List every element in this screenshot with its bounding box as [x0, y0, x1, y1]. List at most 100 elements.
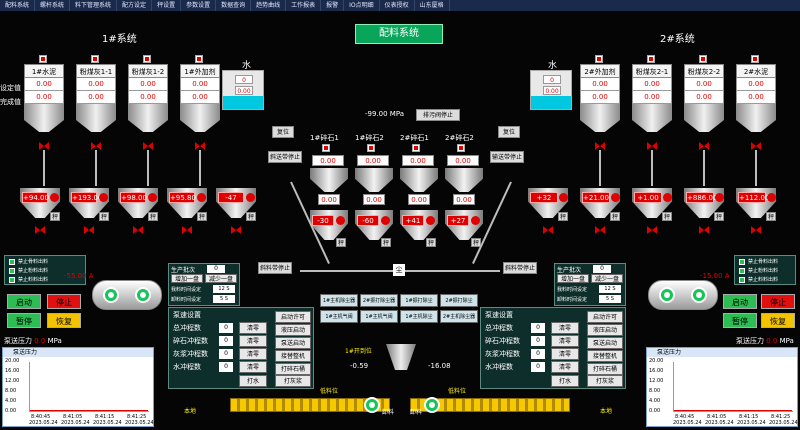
right-start-button[interactable]: 启动 [723, 294, 757, 309]
right-reset-button[interactable]: 复位 [498, 126, 520, 138]
close-icon[interactable] [426, 216, 435, 225]
center-dust-button[interactable]: 1#主机除尘器 [320, 294, 358, 307]
stone-bin-check-icon[interactable] [457, 144, 465, 152]
right_pump-clear-button[interactable]: 清零 [551, 361, 579, 373]
left-silo-valve-icon[interactable] [91, 142, 101, 150]
center-dust-button[interactable]: 1#振打除尘 [400, 294, 438, 307]
close-icon[interactable] [148, 193, 157, 202]
right-silo-check-icon[interactable] [595, 55, 603, 63]
left-weigh-valve-icon[interactable] [182, 226, 192, 234]
right_pump-action-button[interactable]: 接替整机 [587, 350, 623, 362]
center-dust-button[interactable]: 1#主机除尘 [400, 310, 438, 323]
close-icon[interactable] [99, 193, 108, 202]
left_pump-grout-button[interactable]: 打灰浆 [275, 375, 311, 387]
center-dust-button[interactable]: 2#振打除尘 [440, 294, 478, 307]
menu-item-4[interactable]: 秤设置 [152, 0, 182, 11]
close-icon[interactable] [611, 193, 620, 202]
menu-item-2[interactable]: 料下管理系统 [70, 0, 118, 11]
right-silo-valve-icon[interactable] [699, 142, 709, 150]
right-weigh-valve-icon[interactable] [751, 226, 761, 234]
center-dust-button[interactable]: 1#主机气阀 [320, 310, 358, 323]
close-icon[interactable] [663, 193, 672, 202]
menu-item-5[interactable]: 参数设置 [181, 0, 217, 11]
right_pump-action-button[interactable]: 打碎石桶 [587, 363, 623, 375]
left-silo-valve-icon[interactable] [143, 142, 153, 150]
menu-item-0[interactable]: 配料系统 [0, 0, 36, 11]
right_pump-clear-button[interactable]: 清零 [551, 335, 579, 347]
menu-item-7[interactable]: 趋势曲线 [251, 0, 287, 11]
drain-valve-stop-button[interactable]: 排污阀停止 [416, 109, 460, 121]
center-dust-button[interactable]: 2#振打除尘器 [360, 294, 398, 307]
menu-item-12[interactable]: 山东厦格 [415, 0, 450, 11]
close-icon[interactable] [246, 193, 255, 202]
right-silo-check-icon[interactable] [699, 55, 707, 63]
right_pump-clear-button[interactable]: 清零 [551, 348, 579, 360]
close-icon[interactable] [471, 216, 480, 225]
left_pump-clear-button[interactable]: 清零 [239, 348, 267, 360]
left-silo-check-icon[interactable] [143, 55, 151, 63]
left-weigh-valve-icon[interactable] [35, 226, 45, 234]
menu-item-1[interactable]: 螺杆系统 [35, 0, 71, 11]
left-pause-button[interactable]: 暂停 [7, 313, 41, 328]
right-weigh-valve-icon[interactable] [595, 226, 605, 234]
stone-bin-check-icon[interactable] [322, 144, 330, 152]
left-silo-check-icon[interactable] [91, 55, 99, 63]
right_pump-clear-button[interactable]: 清零 [551, 322, 579, 334]
stone-bin-check-icon[interactable] [412, 144, 420, 152]
left-silo-check-icon[interactable] [195, 55, 203, 63]
menu-item-9[interactable]: 报警 [321, 0, 345, 11]
left-belt-stop-button[interactable]: 斜料带停止 [258, 262, 292, 274]
left-discharge-time-input[interactable]: 5 S [213, 295, 235, 303]
right-silo-check-icon[interactable] [751, 55, 759, 63]
left-weigh-valve-icon[interactable] [84, 226, 94, 234]
center-dust-button[interactable]: 2#主机除尘器 [440, 310, 478, 323]
left-weigh-valve-icon[interactable] [133, 226, 143, 234]
menu-item-11[interactable]: 仪表授权 [380, 0, 415, 11]
close-icon[interactable] [50, 193, 59, 202]
right-silo-valve-icon[interactable] [647, 142, 657, 150]
right-discharge-time-input[interactable]: 5 S [599, 295, 621, 303]
close-icon[interactable] [559, 193, 568, 202]
close-icon[interactable] [767, 193, 776, 202]
left_pump-action-button[interactable]: 泵送启动 [275, 337, 311, 349]
left_pump-action-button[interactable]: 液压启动 [275, 324, 311, 336]
right-silo-valve-icon[interactable] [595, 142, 605, 150]
menu-item-10[interactable]: IO点明细 [344, 0, 380, 11]
left-incline-belt-stop-button[interactable]: 斜送带停止 [268, 151, 302, 163]
left-weigh-valve-icon[interactable] [231, 226, 241, 234]
right-weigh-valve-icon[interactable] [647, 226, 657, 234]
right-stop-button[interactable]: 停止 [761, 294, 795, 309]
left-silo-check-icon[interactable] [39, 55, 47, 63]
left-start-button[interactable]: 启动 [7, 294, 41, 309]
right-belt-stop-button[interactable]: 斜料带停止 [503, 262, 537, 274]
left_pump-water-button[interactable]: 打水 [239, 375, 267, 387]
close-icon[interactable] [336, 216, 345, 225]
close-icon[interactable] [381, 216, 390, 225]
right_pump-water-button[interactable]: 打水 [551, 375, 579, 387]
right-sub-batch-button[interactable]: 减少一盘 [591, 274, 623, 283]
right_pump-action-button[interactable]: 泵送启动 [587, 337, 623, 349]
menu-item-3[interactable]: 配方设定 [117, 0, 153, 11]
left-resume-button[interactable]: 恢复 [47, 313, 81, 328]
right-weigh-valve-icon[interactable] [699, 226, 709, 234]
close-icon[interactable] [715, 193, 724, 202]
close-icon[interactable] [197, 193, 206, 202]
left-silo-valve-icon[interactable] [195, 142, 205, 150]
menu-item-8[interactable]: 工作报表 [286, 0, 322, 11]
right-pause-button[interactable]: 暂停 [723, 313, 757, 328]
left_pump-clear-button[interactable]: 清零 [239, 322, 267, 334]
left-silo-valve-icon[interactable] [39, 142, 49, 150]
left-stop-button[interactable]: 停止 [47, 294, 81, 309]
stone-bin-check-icon[interactable] [367, 144, 375, 152]
right-incline-belt-stop-button[interactable]: 输送带停止 [490, 151, 524, 163]
right-resume-button[interactable]: 恢复 [761, 313, 795, 328]
left-sub-batch-button[interactable]: 减少一盘 [205, 274, 237, 283]
left-add-batch-button[interactable]: 增加一盘 [171, 274, 203, 283]
left_pump-clear-button[interactable]: 清零 [239, 335, 267, 347]
center-dust-button[interactable]: 1#主机气阀 [360, 310, 398, 323]
right-add-batch-button[interactable]: 增加一盘 [557, 274, 589, 283]
right-weigh-valve-icon[interactable] [543, 226, 553, 234]
left-feed-time-input[interactable]: 12 S [213, 285, 235, 293]
left_pump-action-button[interactable]: 启动许可 [275, 311, 311, 323]
left_pump-clear-button[interactable]: 清零 [239, 361, 267, 373]
